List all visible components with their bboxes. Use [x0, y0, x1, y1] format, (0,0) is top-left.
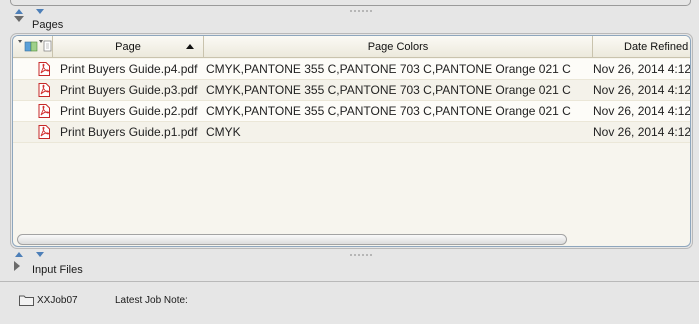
sort-ascending-icon: [186, 44, 194, 49]
column-header-date-refined[interactable]: Date Refined: [593, 36, 690, 58]
input-files-section-title[interactable]: Input Files: [32, 264, 83, 276]
page-name-cell: Print Buyers Guide.p1.pdf: [60, 125, 198, 139]
input-files-disclosure-icon[interactable]: [14, 261, 20, 271]
table-row[interactable]: Print Buyers Guide.p2.pdf CMYK,PANTONE 3…: [13, 101, 690, 122]
pdf-file-icon: [38, 125, 50, 139]
pdf-file-icon: [38, 104, 50, 118]
date-refined-cell: Nov 26, 2014 4:12: [593, 83, 691, 97]
column-chooser[interactable]: [13, 36, 53, 58]
table-row[interactable]: Print Buyers Guide.p4.pdf CMYK,PANTONE 3…: [13, 59, 690, 80]
date-refined-cell: Nov 26, 2014 4:12: [593, 104, 691, 118]
pdf-file-icon: [38, 62, 50, 76]
date-refined-cell: Nov 26, 2014 4:12: [593, 125, 691, 139]
page-name-cell: Print Buyers Guide.p3.pdf: [60, 83, 198, 97]
page-name-cell: Print Buyers Guide.p4.pdf: [60, 62, 198, 76]
status-bar: XXJob07 Latest Job Note:: [0, 281, 699, 324]
pdf-file-icon: [38, 83, 50, 97]
splitter-grip-top[interactable]: [349, 9, 373, 13]
horizontal-scrollbar[interactable]: [17, 234, 567, 245]
page-colors-cell: CMYK,PANTONE 355 C,PANTONE 703 C,PANTONE…: [206, 83, 571, 97]
pages-table: Page Page Colors Date Refined Print Buye…: [12, 35, 691, 247]
job-note-label: Latest Job Note:: [115, 295, 188, 306]
expand-down-arrow-icon[interactable]: [36, 252, 44, 257]
expand-down-arrow-icon[interactable]: [36, 9, 44, 14]
splitter-grip-middle[interactable]: [349, 253, 373, 257]
column-header-page[interactable]: Page: [53, 36, 204, 58]
column-header-page-colors[interactable]: Page Colors: [204, 36, 593, 58]
page-colors-cell: CMYK,PANTONE 355 C,PANTONE 703 C,PANTONE…: [206, 104, 571, 118]
folder-icon: [19, 295, 34, 306]
table-row[interactable]: Print Buyers Guide.p3.pdf CMYK,PANTONE 3…: [13, 80, 690, 101]
job-name: XXJob07: [37, 295, 78, 306]
page-name-cell: Print Buyers Guide.p2.pdf: [60, 104, 198, 118]
column-options-icon[interactable]: [13, 36, 53, 58]
upper-panel-edge: [10, 0, 691, 6]
table-row[interactable]: Print Buyers Guide.p1.pdf CMYK Nov 26, 2…: [13, 122, 690, 143]
date-refined-cell: Nov 26, 2014 4:12: [593, 62, 691, 76]
page-colors-cell: CMYK,PANTONE 355 C,PANTONE 703 C,PANTONE…: [206, 62, 571, 76]
page-colors-cell: CMYK: [206, 125, 241, 139]
pages-disclosure-icon[interactable]: [14, 16, 24, 22]
pages-section-title[interactable]: Pages: [32, 19, 63, 31]
table-header: Page Page Colors Date Refined: [13, 36, 690, 58]
column-header-page-label: Page: [115, 41, 141, 53]
collapse-up-arrow-icon[interactable]: [15, 9, 23, 14]
collapse-up-arrow-icon[interactable]: [15, 252, 23, 257]
